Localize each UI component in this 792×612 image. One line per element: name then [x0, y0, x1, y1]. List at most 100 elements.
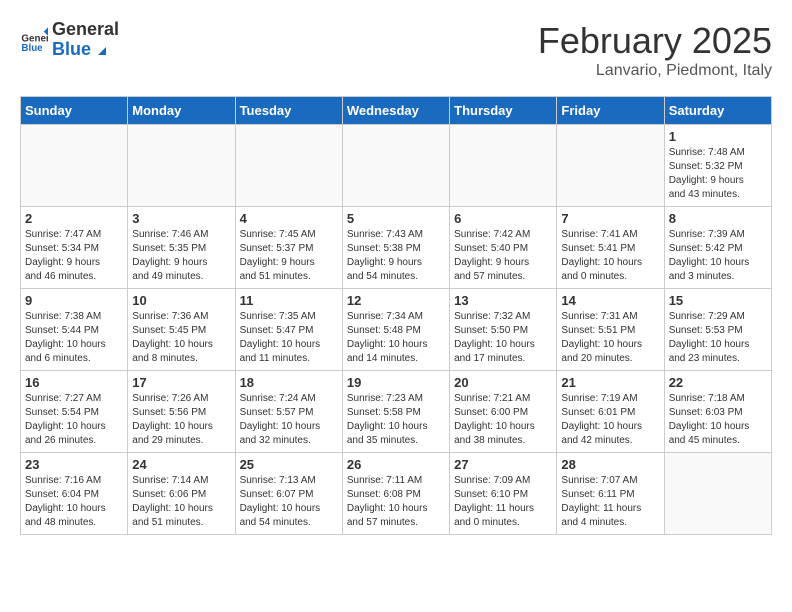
day-number: 15 [669, 293, 767, 308]
day-number: 2 [25, 211, 123, 226]
weekday-header: Tuesday [235, 97, 342, 125]
logo-general: General [52, 19, 119, 39]
calendar-cell: 17Sunrise: 7:26 AM Sunset: 5:56 PM Dayli… [128, 371, 235, 453]
calendar-cell: 15 Sunrise: 7:29 AM Sunset: 5:53 PM Dayli… [664, 289, 771, 371]
day-number: 4 [240, 211, 338, 226]
logo-icon: General Blue [20, 26, 48, 54]
day-number: 1 [669, 129, 767, 144]
calendar-cell: 2 Sunrise: 7:47 AM Sunset: 5:34 PM Daylig… [21, 207, 128, 289]
calendar-cell: 11 Sunrise: 7:35 AM Sunset: 5:47 PM Dayli… [235, 289, 342, 371]
day-info: Sunrise: 7:18 AM Sunset: 6:03 PM Dayligh… [669, 392, 767, 448]
calendar-week-row: 16 Sunrise: 7:27 AM Sunset: 5:54 PM Dayli… [21, 371, 772, 453]
calendar-cell: 10 Sunrise: 7:36 AM Sunset: 5:45 PM Dayli… [128, 289, 235, 371]
day-number: 21 [561, 375, 659, 390]
day-number: 7 [561, 211, 659, 226]
calendar-cell [21, 125, 128, 207]
day-info: Sunrise: 7:16 AM Sunset: 6:04 PM Dayligh… [25, 474, 123, 530]
day-info: Sunrise: 7:45 AM Sunset: 5:37 PM Dayligh… [240, 228, 338, 284]
day-number: 13 [454, 293, 552, 308]
day-number: 6 [454, 211, 552, 226]
day-number: 12 [347, 293, 445, 308]
day-number: 9 [25, 293, 123, 308]
day-info: Sunrise: 7:38 AM Sunset: 5:44 PM Dayligh… [25, 310, 123, 366]
day-info: Sunrise: 7:24 AM Sunset: 5:57 PM Dayligh… [240, 392, 338, 448]
day-number: 27 [454, 457, 552, 472]
calendar-cell: 1 Sunrise: 7:48 AM Sunset: 5:32 PM Daylig… [664, 125, 771, 207]
day-info: Sunrise: 7:26 AM Sunset: 5:56 PM Dayligh… [132, 392, 230, 448]
calendar-week-row: 9 Sunrise: 7:38 AM Sunset: 5:44 PM Daylig… [21, 289, 772, 371]
calendar-cell: 13 Sunrise: 7:32 AM Sunset: 5:50 PM Dayli… [450, 289, 557, 371]
location: Lanvario, Piedmont, Italy [538, 62, 772, 80]
day-number: 18 [240, 375, 338, 390]
calendar-cell: 18 Sunrise: 7:24 AM Sunset: 5:57 PM Dayli… [235, 371, 342, 453]
calendar-header-row: SundayMondayTuesdayWednesdayThursdayFrid… [21, 97, 772, 125]
calendar-cell: 27 Sunrise: 7:09 AM Sunset: 6:10 PM Dayli… [450, 453, 557, 535]
weekday-header: Wednesday [342, 97, 449, 125]
day-info: Sunrise: 7:32 AM Sunset: 5:50 PM Dayligh… [454, 310, 552, 366]
day-number: 28 [561, 457, 659, 472]
calendar-cell [235, 125, 342, 207]
calendar-cell [128, 125, 235, 207]
calendar-cell: 6 Sunrise: 7:42 AM Sunset: 5:40 PM Daylig… [450, 207, 557, 289]
day-number: 22 [669, 375, 767, 390]
day-number: 25 [240, 457, 338, 472]
calendar-cell: 20Sunrise: 7:21 AM Sunset: 6:00 PM Dayli… [450, 371, 557, 453]
header: General Blue General Blue February 2025 … [20, 20, 772, 80]
day-info: Sunrise: 7:35 AM Sunset: 5:47 PM Dayligh… [240, 310, 338, 366]
calendar-cell: 9 Sunrise: 7:38 AM Sunset: 5:44 PM Daylig… [21, 289, 128, 371]
calendar-cell: 8 Sunrise: 7:39 AM Sunset: 5:42 PM Daylig… [664, 207, 771, 289]
calendar-body: 1 Sunrise: 7:48 AM Sunset: 5:32 PM Daylig… [21, 125, 772, 535]
day-info: Sunrise: 7:36 AM Sunset: 5:45 PM Dayligh… [132, 310, 230, 366]
weekday-header: Sunday [21, 97, 128, 125]
logo: General Blue General Blue [20, 20, 119, 60]
calendar-cell [342, 125, 449, 207]
title-block: February 2025 Lanvario, Piedmont, Italy [538, 20, 772, 80]
calendar-cell [450, 125, 557, 207]
calendar-cell: 22 Sunrise: 7:18 AM Sunset: 6:03 PM Dayli… [664, 371, 771, 453]
day-info: Sunrise: 7:07 AM Sunset: 6:11 PM Dayligh… [561, 474, 659, 530]
day-number: 26 [347, 457, 445, 472]
day-number: 24 [132, 457, 230, 472]
weekday-header: Thursday [450, 97, 557, 125]
day-info: Sunrise: 7:29 AM Sunset: 5:53 PM Dayligh… [669, 310, 767, 366]
calendar-cell: 24 Sunrise: 7:14 AM Sunset: 6:06 PM Dayli… [128, 453, 235, 535]
page: General Blue General Blue February 2025 … [0, 0, 792, 555]
day-number: 8 [669, 211, 767, 226]
calendar-cell: 3Sunrise: 7:46 AM Sunset: 5:35 PM Daylig… [128, 207, 235, 289]
day-info: Sunrise: 7:09 AM Sunset: 6:10 PM Dayligh… [454, 474, 552, 530]
day-number: 19 [347, 375, 445, 390]
day-info: Sunrise: 7:39 AM Sunset: 5:42 PM Dayligh… [669, 228, 767, 284]
calendar-cell [557, 125, 664, 207]
day-info: Sunrise: 7:14 AM Sunset: 6:06 PM Dayligh… [132, 474, 230, 530]
day-number: 10 [132, 293, 230, 308]
day-number: 23 [25, 457, 123, 472]
calendar-cell: 4 Sunrise: 7:45 AM Sunset: 5:37 PM Daylig… [235, 207, 342, 289]
day-number: 3 [132, 211, 230, 226]
day-info: Sunrise: 7:11 AM Sunset: 6:08 PM Dayligh… [347, 474, 445, 530]
day-info: Sunrise: 7:43 AM Sunset: 5:38 PM Dayligh… [347, 228, 445, 284]
day-info: Sunrise: 7:31 AM Sunset: 5:51 PM Dayligh… [561, 310, 659, 366]
day-number: 11 [240, 293, 338, 308]
calendar-week-row: 1 Sunrise: 7:48 AM Sunset: 5:32 PM Daylig… [21, 125, 772, 207]
day-number: 5 [347, 211, 445, 226]
calendar-cell: 12Sunrise: 7:34 AM Sunset: 5:48 PM Dayli… [342, 289, 449, 371]
svg-text:Blue: Blue [21, 43, 43, 54]
weekday-header: Saturday [664, 97, 771, 125]
day-info: Sunrise: 7:23 AM Sunset: 5:58 PM Dayligh… [347, 392, 445, 448]
day-info: Sunrise: 7:27 AM Sunset: 5:54 PM Dayligh… [25, 392, 123, 448]
calendar-table: SundayMondayTuesdayWednesdayThursdayFrid… [20, 96, 772, 535]
calendar-cell: 28 Sunrise: 7:07 AM Sunset: 6:11 PM Dayli… [557, 453, 664, 535]
calendar-cell: 16 Sunrise: 7:27 AM Sunset: 5:54 PM Dayli… [21, 371, 128, 453]
day-number: 16 [25, 375, 123, 390]
day-info: Sunrise: 7:47 AM Sunset: 5:34 PM Dayligh… [25, 228, 123, 284]
day-info: Sunrise: 7:48 AM Sunset: 5:32 PM Dayligh… [669, 146, 767, 202]
calendar-cell [664, 453, 771, 535]
day-info: Sunrise: 7:13 AM Sunset: 6:07 PM Dayligh… [240, 474, 338, 530]
day-info: Sunrise: 7:41 AM Sunset: 5:41 PM Dayligh… [561, 228, 659, 284]
day-info: Sunrise: 7:42 AM Sunset: 5:40 PM Dayligh… [454, 228, 552, 284]
calendar-cell: 23 Sunrise: 7:16 AM Sunset: 6:04 PM Dayli… [21, 453, 128, 535]
calendar-cell: 19 Sunrise: 7:23 AM Sunset: 5:58 PM Dayli… [342, 371, 449, 453]
calendar-cell: 25 Sunrise: 7:13 AM Sunset: 6:07 PM Dayli… [235, 453, 342, 535]
calendar-cell: 5 Sunrise: 7:43 AM Sunset: 5:38 PM Daylig… [342, 207, 449, 289]
calendar-cell: 14Sunrise: 7:31 AM Sunset: 5:51 PM Dayli… [557, 289, 664, 371]
